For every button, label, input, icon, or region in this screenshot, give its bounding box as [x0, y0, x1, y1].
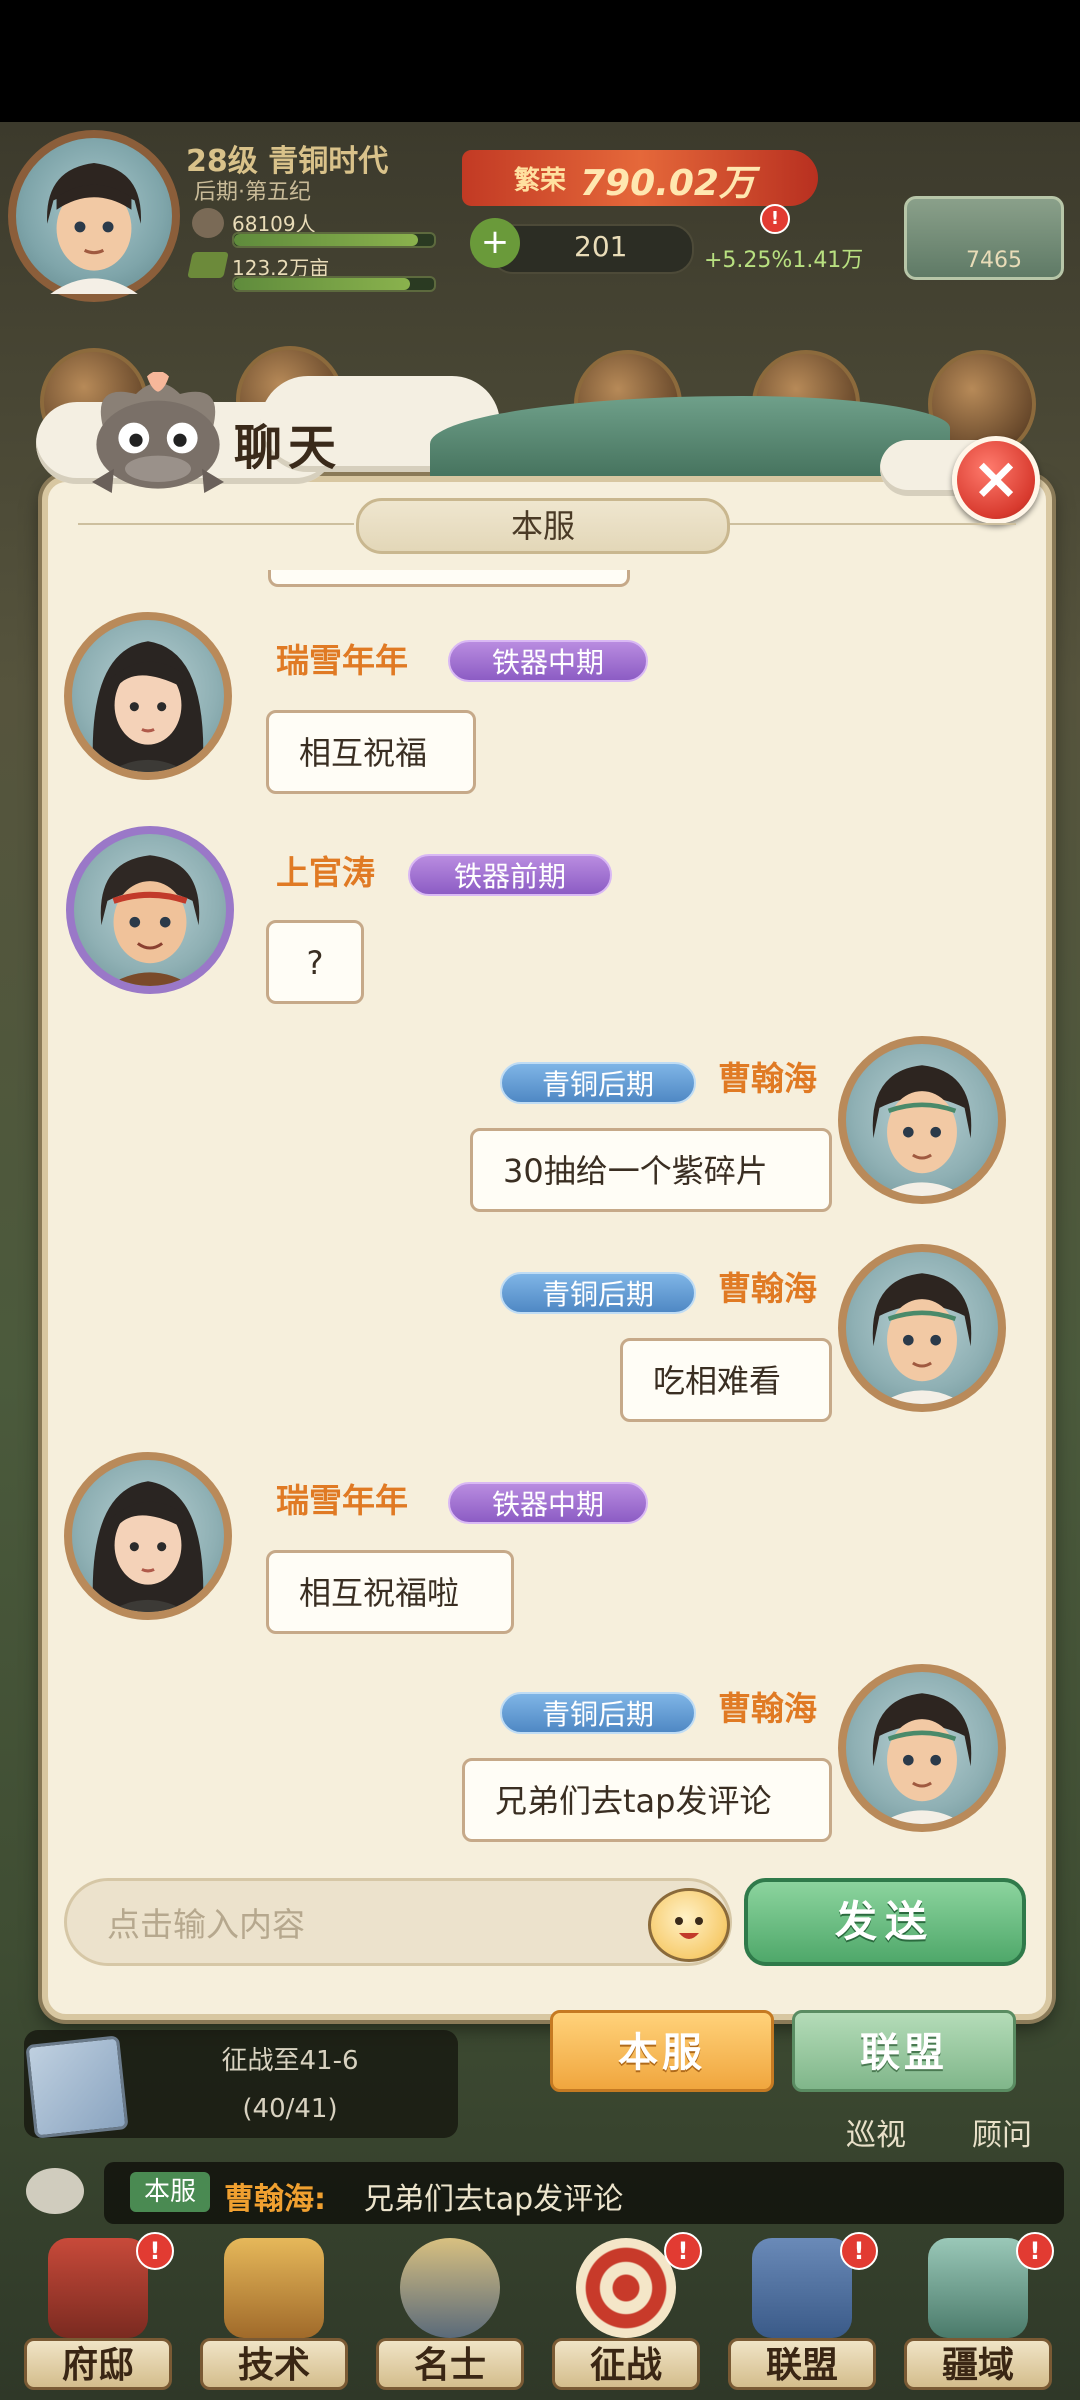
nav-mansion[interactable]: ! 府邸: [24, 2232, 174, 2400]
rank-badge: 铁器前期: [408, 854, 612, 896]
nav-notables[interactable]: 名士: [376, 2238, 524, 2400]
advisor-label[interactable]: 顾问: [972, 2110, 1032, 2154]
quest-text: 征战至41-6: [221, 2046, 359, 2076]
smiley-icon: [675, 1917, 703, 1939]
nav-alert-badge: !: [1016, 2232, 1054, 2270]
rank-badge: 青铜后期: [500, 1272, 696, 1314]
patrol-label[interactable]: 巡视: [846, 2110, 906, 2154]
female-avatar-icon: [92, 641, 204, 772]
land-icon: [187, 252, 229, 278]
tab-divider-left: [78, 523, 354, 525]
message-avatar[interactable]: [838, 1036, 1006, 1204]
message-bubble[interactable]: ?: [266, 920, 364, 1004]
rank-badge: 青铜后期: [500, 1062, 696, 1104]
message-bubble[interactable]: 吃相难看: [620, 1338, 832, 1422]
sender-name[interactable]: 瑞雪年年: [276, 634, 408, 682]
player-sub-era: 后期·第五纪: [194, 180, 311, 205]
player-face-icon: [47, 162, 141, 294]
nav-label: 府邸: [24, 2338, 172, 2390]
chat-input[interactable]: 点击输入内容: [64, 1878, 732, 1966]
nav-technology[interactable]: 技术: [200, 2238, 348, 2400]
tab-divider-right: [726, 523, 1016, 525]
nav-alert-badge: !: [664, 2232, 702, 2270]
player-avatar[interactable]: [8, 130, 180, 302]
sender-name[interactable]: 曹翰海: [718, 1262, 817, 1310]
sender-name[interactable]: 曹翰海: [718, 1682, 817, 1730]
nav-label: 技术: [200, 2338, 348, 2390]
dragon-mascot-icon: [92, 372, 224, 493]
mansion-icon: [48, 2238, 148, 2338]
rank-badge: 青铜后期: [500, 1692, 696, 1734]
quest-scroll-icon: [25, 2035, 129, 2139]
mountain-icon: [928, 2238, 1028, 2338]
prosperity-label: 繁荣: [514, 166, 567, 196]
send-button[interactable]: 发送: [744, 1878, 1026, 1966]
target-icon: [576, 2238, 676, 2338]
quest-progress: (40/41): [242, 2094, 338, 2124]
nav-label: 联盟: [728, 2338, 876, 2390]
message-bubble[interactable]: 兄弟们去tap发评论: [462, 1758, 832, 1842]
banner-icon: [752, 2238, 852, 2338]
message-bubble[interactable]: 相互祝福啦: [266, 1550, 514, 1634]
ticker-sender: 曹翰海:: [224, 2182, 326, 2217]
message-avatar[interactable]: [838, 1244, 1006, 1412]
previous-message-edge: [268, 570, 630, 587]
sender-name[interactable]: 曹翰海: [718, 1052, 817, 1100]
food-add-icon[interactable]: +: [470, 218, 520, 268]
growth-value: +5.25%1.41万: [704, 248, 864, 273]
growth-alert-badge: !: [760, 204, 790, 234]
wheat-icon: [224, 2238, 324, 2338]
sender-name[interactable]: 瑞雪年年: [276, 1474, 408, 1522]
nav-territory[interactable]: ! 疆域: [904, 2232, 1054, 2400]
message-avatar[interactable]: [64, 1452, 232, 1620]
bottom-tab-alliance[interactable]: 联盟: [792, 2010, 1016, 2092]
male-avatar-icon: [872, 1273, 972, 1404]
message-avatar[interactable]: [838, 1664, 1006, 1832]
chat-bubble-icon[interactable]: [26, 2168, 84, 2214]
female-avatar-icon: [92, 1481, 204, 1612]
message-avatar[interactable]: [66, 826, 234, 994]
close-icon: ×: [971, 444, 1021, 512]
close-button[interactable]: ×: [952, 436, 1040, 524]
male-avatar-icon: [100, 855, 200, 986]
panel-title: 聊天: [234, 420, 343, 476]
message-bubble[interactable]: 30抽给一个紫碎片: [470, 1128, 832, 1212]
nav-alert-badge: !: [840, 2232, 878, 2270]
ticker-message: 兄弟们去tap发评论: [364, 2182, 624, 2217]
nav-alert-badge: !: [136, 2232, 174, 2270]
nav-alliance[interactable]: ! 联盟: [728, 2232, 878, 2400]
rank-badge: 铁器中期: [448, 640, 648, 682]
male-avatar-icon: [872, 1065, 972, 1196]
sender-name[interactable]: 上官涛: [276, 846, 375, 894]
land-bar: [232, 276, 436, 292]
food-value: 201: [574, 230, 628, 263]
ticker-channel-badge: 本服: [130, 2172, 210, 2212]
emoji-button[interactable]: [648, 1888, 730, 1962]
tab-server[interactable]: 本服: [356, 498, 730, 554]
nav-campaign[interactable]: ! 征战: [552, 2232, 702, 2400]
nav-label: 疆域: [904, 2338, 1052, 2390]
population-bar: [232, 232, 436, 248]
bottom-tab-server[interactable]: 本服: [550, 2010, 774, 2092]
male-avatar-icon: [872, 1693, 972, 1824]
population-icon: [192, 208, 224, 238]
rank-badge: 铁器中期: [448, 1482, 648, 1524]
gold-value: 7465: [966, 248, 1022, 273]
scholar-icon: [400, 2238, 500, 2338]
nav-label: 征战: [552, 2338, 700, 2390]
prosperity-value: 790.02万: [580, 163, 755, 204]
message-bubble[interactable]: 相互祝福: [266, 710, 476, 794]
message-avatar[interactable]: [64, 612, 232, 780]
nav-label: 名士: [376, 2338, 524, 2390]
